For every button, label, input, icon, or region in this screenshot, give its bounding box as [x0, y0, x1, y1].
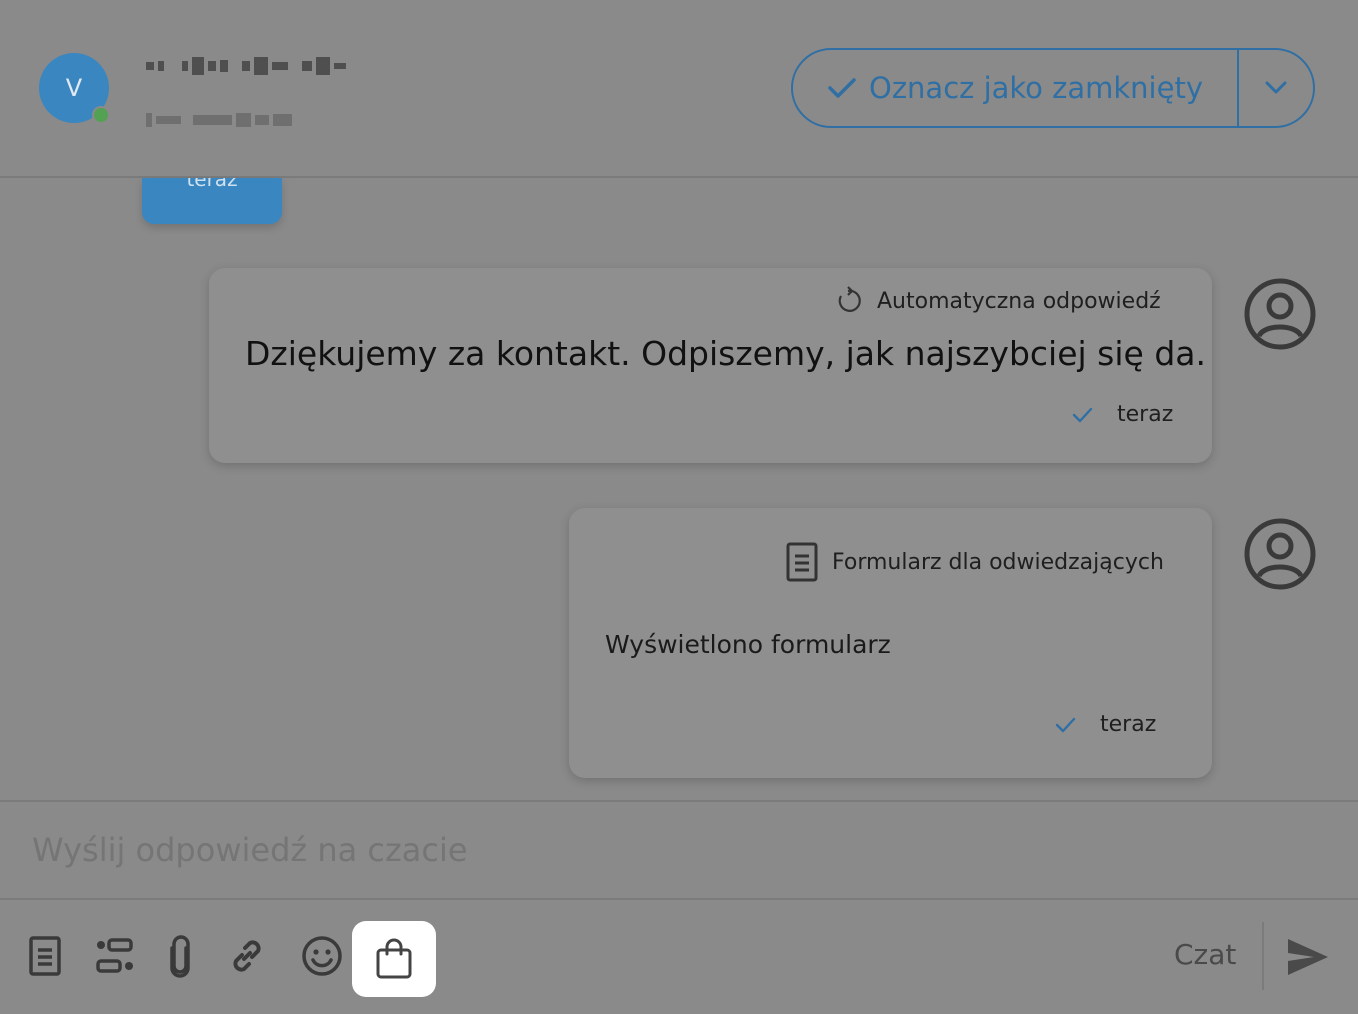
auto-reply-status: teraz: [1071, 402, 1173, 427]
form-message-header: Formularz dla odwiedzających: [786, 542, 1164, 582]
mark-closed-button[interactable]: Oznacz jako zamknięty: [793, 50, 1239, 126]
shopping-bag-button[interactable]: [352, 921, 436, 997]
channel-label[interactable]: Czat: [1174, 938, 1236, 971]
previous-message-time: teraz: [186, 178, 238, 191]
attachment-icon[interactable]: [155, 930, 205, 982]
variables-icon[interactable]: [90, 930, 140, 982]
check-icon: [1055, 717, 1076, 732]
auto-reply-label: Automatyczna odpowiedź: [877, 288, 1161, 314]
agent-avatar-icon: [1244, 278, 1316, 350]
mark-closed-label: Oznacz jako zamknięty: [869, 71, 1203, 105]
shopping-bag-icon: [376, 938, 412, 979]
check-icon: [1072, 407, 1093, 422]
auto-reply-time: teraz: [1117, 402, 1174, 427]
send-icon[interactable]: [1284, 933, 1332, 981]
close-options-dropdown[interactable]: [1239, 50, 1313, 126]
form-message-label: Formularz dla odwiedzających: [832, 549, 1164, 575]
online-status-dot: [92, 106, 110, 124]
form-message-time: teraz: [1100, 712, 1157, 737]
mark-closed-split-button: Oznacz jako zamknięty: [791, 48, 1315, 128]
link-icon[interactable]: [222, 930, 272, 982]
template-icon[interactable]: [20, 930, 70, 982]
visitor-name-redacted: [146, 54, 364, 78]
chat-reply-input[interactable]: [30, 830, 1034, 870]
form-icon: [786, 542, 818, 582]
auto-reply-text: Dziękujemy za kontakt. Odpiszemy, jak na…: [245, 334, 1206, 373]
auto-reply-header: Automatyczna odpowiedź: [833, 286, 1161, 316]
refresh-icon: [838, 286, 861, 312]
form-message-text: Wyświetlono formularz: [605, 630, 891, 659]
agent-avatar-icon: [1244, 518, 1316, 590]
divider: [1262, 922, 1264, 990]
form-message-status: teraz: [1054, 712, 1156, 737]
previous-message-bubble: teraz: [142, 178, 282, 224]
chevron-down-icon: [1265, 81, 1287, 94]
check-icon: [828, 78, 856, 98]
emoji-icon[interactable]: [297, 930, 347, 982]
conversation-header: V Oznacz jako zamknięty: [0, 0, 1358, 178]
avatar-letter: V: [65, 74, 83, 102]
visitor-subtitle-redacted: [146, 112, 292, 128]
